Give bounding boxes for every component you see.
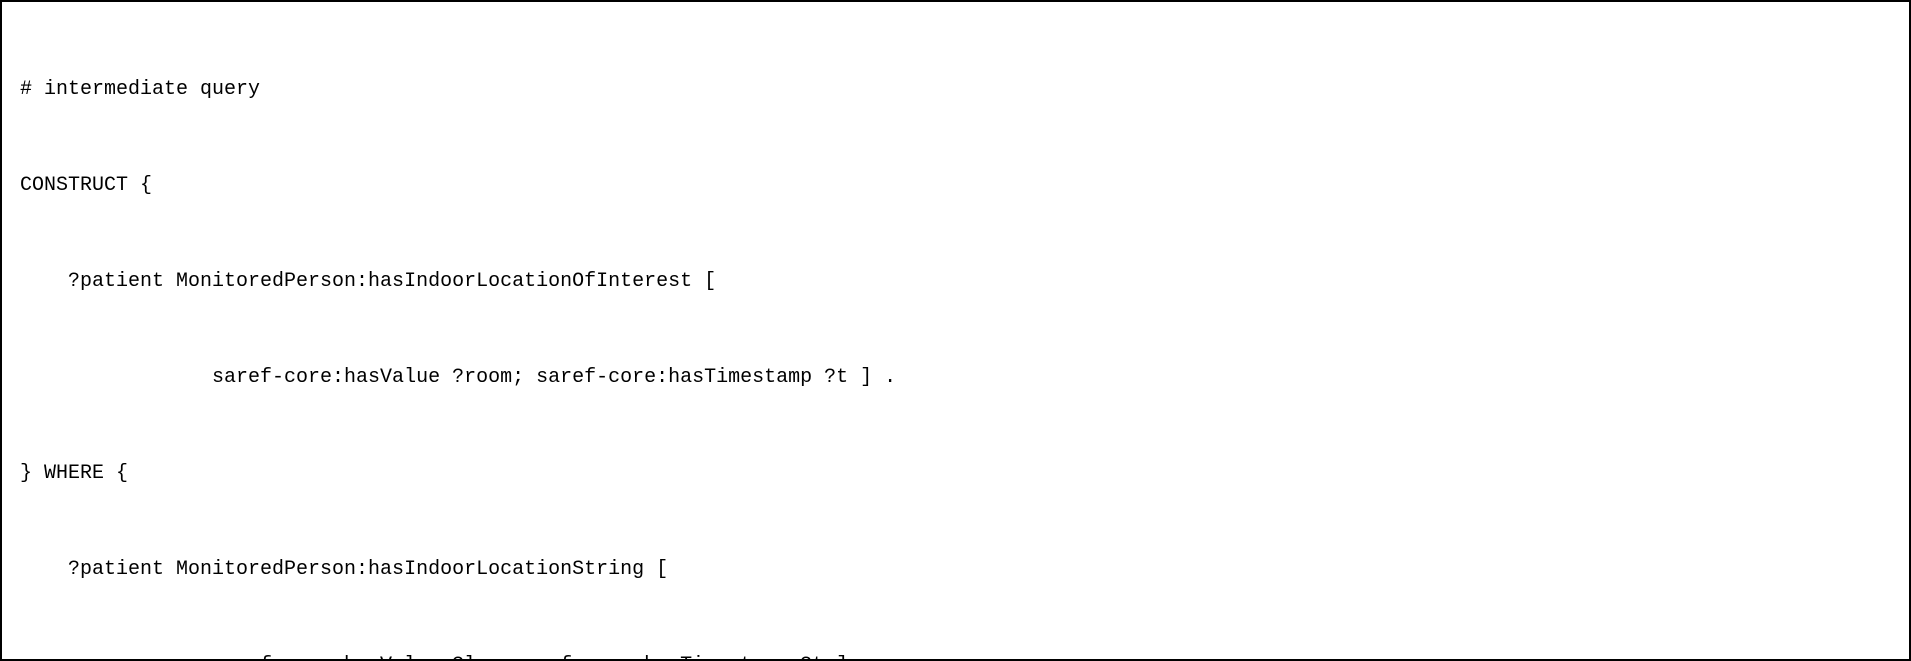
code-line: # intermediate query [20, 74, 1891, 106]
code-line: CONSTRUCT { [20, 170, 1891, 202]
code-line: ?patient MonitoredPerson:hasIndoorLocati… [20, 266, 1891, 298]
code-line: saref-core:hasValue ?l ; saref-core:hasT… [20, 650, 1891, 661]
code-line: ?patient MonitoredPerson:hasIndoorLocati… [20, 554, 1891, 586]
code-line: saref-core:hasValue ?room; saref-core:ha… [20, 362, 1891, 394]
code-line: } WHERE { [20, 458, 1891, 490]
code-block: # intermediate query CONSTRUCT { ?patien… [0, 0, 1911, 661]
